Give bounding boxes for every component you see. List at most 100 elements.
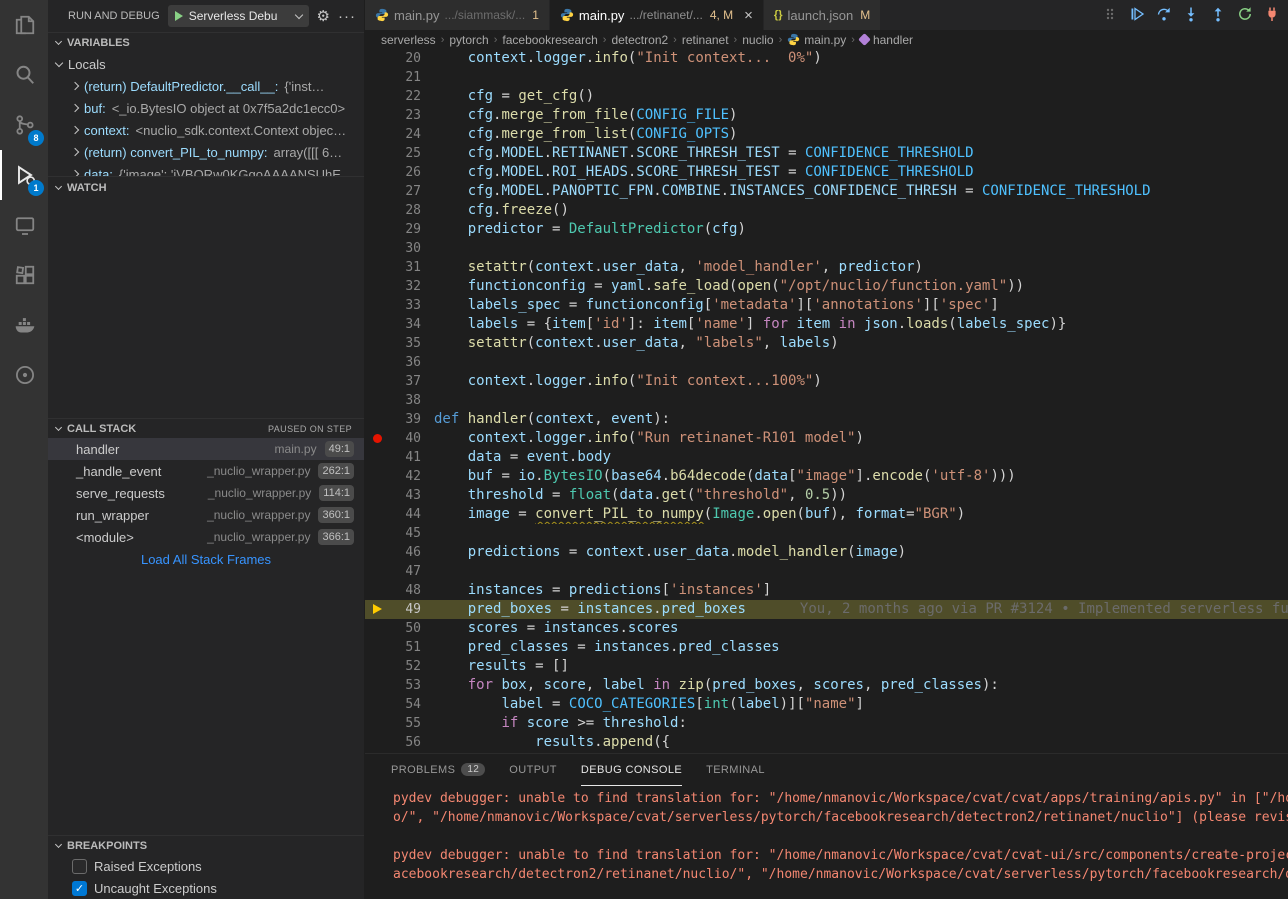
code-line-content[interactable]: cfg = get_cfg() — [421, 87, 1288, 106]
panel-tab-problems[interactable]: PROBLEMS12 — [391, 754, 485, 786]
profile-circle-icon[interactable] — [0, 350, 48, 400]
breakpoint-gutter[interactable] — [365, 581, 391, 600]
call-stack-frame[interactable]: run_wrapper_nuclio_wrapper.py360:1 — [48, 504, 364, 526]
code-line-content[interactable]: labels = {item['id']: item['name'] for i… — [421, 315, 1288, 334]
extensions-icon[interactable] — [0, 250, 48, 300]
breakpoint-gutter[interactable] — [365, 600, 391, 619]
code-line-content[interactable]: cfg.freeze() — [421, 201, 1288, 220]
code-line-content[interactable]: if score >= threshold: — [421, 714, 1288, 733]
call-stack-section-header[interactable]: CALL STACK PAUSED ON STEP — [48, 418, 364, 438]
gear-icon[interactable]: ⚙ — [317, 7, 330, 25]
editor-tab[interactable]: {}launch.jsonM — [764, 0, 881, 30]
call-stack-frame[interactable]: _handle_event_nuclio_wrapper.py262:1 — [48, 460, 364, 482]
breakpoint-gutter[interactable] — [365, 87, 391, 106]
breakpoint-gutter[interactable] — [365, 619, 391, 638]
call-stack-frame[interactable]: serve_requests_nuclio_wrapper.py114:1 — [48, 482, 364, 504]
breakpoint-gutter[interactable] — [365, 68, 391, 87]
code-line-content[interactable]: setattr(context.user_data, "labels", lab… — [421, 334, 1288, 353]
code-line-content[interactable]: image = convert_PIL_to_numpy(Image.open(… — [421, 505, 1288, 524]
breadcrumb-item[interactable]: serverless — [381, 33, 436, 47]
breakpoint-row[interactable]: ✓Uncaught Exceptions — [48, 877, 364, 899]
breakpoint-gutter[interactable] — [365, 220, 391, 239]
code-line-content[interactable]: def handler(context, event): — [421, 410, 1288, 429]
variable-row[interactable]: buf:<_io.BytesIO object at 0x7f5a2dc1ecc… — [48, 97, 364, 119]
breakpoint-gutter[interactable] — [365, 543, 391, 562]
code-line-content[interactable]: cfg.MODEL.ROI_HEADS.SCORE_THRESH_TEST = … — [421, 163, 1288, 182]
code-line-content[interactable]: context.logger.info("Init context...100%… — [421, 372, 1288, 391]
breakpoint-gutter[interactable] — [365, 410, 391, 429]
breakpoint-gutter[interactable] — [365, 49, 391, 68]
code-line-content[interactable]: context.logger.info("Run retinanet-R101 … — [421, 429, 1288, 448]
breakpoint-gutter[interactable] — [365, 201, 391, 220]
code-line-content[interactable]: results = [] — [421, 657, 1288, 676]
code-line-content[interactable]: pred_boxes = instances.pred_boxesYou, 2 … — [421, 600, 1288, 619]
code-line-content[interactable]: for box, score, label in zip(pred_boxes,… — [421, 676, 1288, 695]
code-line-content[interactable]: labels_spec = functionconfig['metadata']… — [421, 296, 1288, 315]
breakpoint-gutter[interactable] — [365, 467, 391, 486]
code-line-content[interactable]: results.append({ — [421, 733, 1288, 752]
breadcrumb-item[interactable]: retinanet — [682, 33, 729, 47]
variable-row[interactable]: data:{'image': 'iVBORw0KGgoAAAANSUhE… — [48, 163, 364, 176]
step-into-icon[interactable] — [1181, 4, 1201, 24]
breakpoint-gutter[interactable] — [365, 182, 391, 201]
code-line-content[interactable]: setattr(context.user_data, 'model_handle… — [421, 258, 1288, 277]
breakpoint-gutter[interactable] — [365, 391, 391, 410]
code-editor[interactable]: 20 context.logger.info("Init context... … — [365, 49, 1288, 753]
code-line-content[interactable]: context.logger.info("Init context... 0%"… — [421, 49, 1288, 68]
breakpoint-gutter[interactable] — [365, 505, 391, 524]
docker-icon[interactable] — [0, 300, 48, 350]
launch-config-dropdown[interactable]: Serverless Debu — [168, 5, 309, 27]
breakpoint-gutter[interactable] — [365, 372, 391, 391]
breakpoint-gutter[interactable] — [365, 163, 391, 182]
panel-tab-terminal[interactable]: TERMINAL — [706, 754, 765, 786]
code-line-content[interactable]: cfg.merge_from_file(CONFIG_FILE) — [421, 106, 1288, 125]
breakpoint-gutter[interactable] — [365, 125, 391, 144]
code-line-content[interactable]: predictor = DefaultPredictor(cfg) — [421, 220, 1288, 239]
breadcrumb-item[interactable]: facebookresearch — [502, 33, 597, 47]
variables-scope-locals[interactable]: Locals — [48, 53, 364, 75]
breakpoint-icon[interactable] — [373, 434, 382, 443]
code-line-content[interactable]: threshold = float(data.get("threshold", … — [421, 486, 1288, 505]
breakpoint-gutter[interactable] — [365, 334, 391, 353]
code-line-content[interactable]: pred_classes = instances.pred_classes — [421, 638, 1288, 657]
code-line-content[interactable]: data = event.body — [421, 448, 1288, 467]
breakpoint-gutter[interactable] — [365, 106, 391, 125]
breakpoint-gutter[interactable] — [365, 277, 391, 296]
breakpoint-gutter[interactable] — [365, 524, 391, 543]
load-all-stack-frames-link[interactable]: Load All Stack Frames — [48, 548, 364, 570]
breakpoint-gutter[interactable] — [365, 353, 391, 372]
breadcrumb-symbol[interactable]: handler — [873, 33, 913, 47]
breakpoint-gutter[interactable] — [365, 562, 391, 581]
variable-row[interactable]: (return) DefaultPredictor.__call__:{'ins… — [48, 75, 364, 97]
code-line-content[interactable] — [421, 562, 1288, 581]
breakpoint-gutter[interactable] — [365, 638, 391, 657]
call-stack-frame[interactable]: <module>_nuclio_wrapper.py366:1 — [48, 526, 364, 548]
breadcrumb-item[interactable]: nuclio — [742, 33, 773, 47]
code-line-content[interactable] — [421, 239, 1288, 258]
panel-tab-debug-console[interactable]: DEBUG CONSOLE — [581, 754, 682, 786]
search-icon[interactable] — [0, 50, 48, 100]
breakpoint-gutter[interactable] — [365, 448, 391, 467]
step-out-icon[interactable] — [1208, 4, 1228, 24]
watch-section-header[interactable]: WATCH — [48, 176, 364, 198]
variable-row[interactable]: (return) convert_PIL_to_numpy:array([[[ … — [48, 141, 364, 163]
more-actions-icon[interactable]: ··· — [338, 8, 356, 25]
code-line-content[interactable]: cfg.MODEL.RETINANET.SCORE_THRESH_TEST = … — [421, 144, 1288, 163]
variables-section-header[interactable]: VARIABLES — [48, 32, 364, 53]
remote-explorer-icon[interactable] — [0, 200, 48, 250]
call-stack-frame[interactable]: handlermain.py49:1 — [48, 438, 364, 460]
breakpoint-gutter[interactable] — [365, 239, 391, 258]
breadcrumb-item[interactable]: detectron2 — [611, 33, 668, 47]
code-line-content[interactable] — [421, 524, 1288, 543]
variable-row[interactable]: context:<nuclio_sdk.context.Context obje… — [48, 119, 364, 141]
explorer-icon[interactable] — [0, 0, 48, 50]
code-line-content[interactable]: buf = io.BytesIO(base64.b64decode(data["… — [421, 467, 1288, 486]
breakpoint-gutter[interactable] — [365, 657, 391, 676]
step-over-icon[interactable] — [1154, 4, 1174, 24]
code-line-content[interactable]: cfg.MODEL.PANOPTIC_FPN.COMBINE.INSTANCES… — [421, 182, 1288, 201]
code-line-content[interactable]: cfg.merge_from_list(CONFIG_OPTS) — [421, 125, 1288, 144]
code-line-content[interactable] — [421, 391, 1288, 410]
breadcrumb-file[interactable]: main.py — [804, 33, 846, 47]
breakpoint-row[interactable]: Raised Exceptions — [48, 855, 364, 877]
code-line-content[interactable]: instances = predictions['instances'] — [421, 581, 1288, 600]
